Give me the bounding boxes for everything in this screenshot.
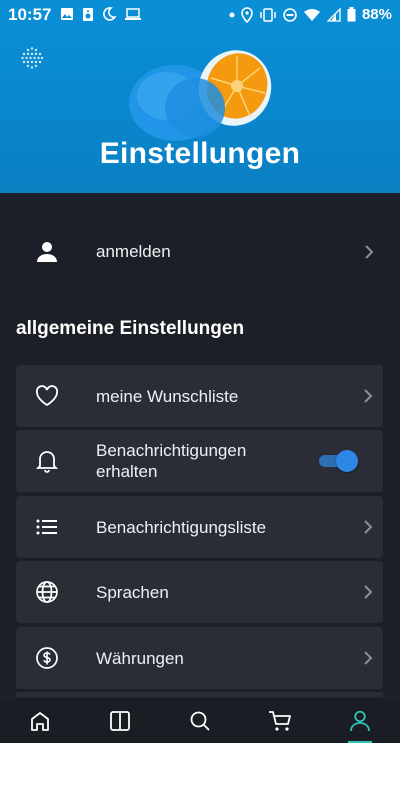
- chevron-right-icon: [364, 520, 373, 534]
- section-title: allgemeine Einstellungen: [16, 318, 245, 339]
- nav-home[interactable]: [0, 698, 80, 743]
- notification-list-item[interactable]: Benachrichtigungsliste: [16, 496, 383, 558]
- status-time: 10:57: [8, 5, 52, 24]
- status-right-icons: 88%: [229, 6, 392, 23]
- vibrate-icon: [260, 7, 276, 22]
- cart-icon: [269, 711, 291, 731]
- status-left-icons: [60, 7, 142, 22]
- chevron-right-icon: [364, 585, 373, 599]
- chevron-right-icon: [364, 651, 373, 665]
- nav-categories[interactable]: [80, 698, 160, 743]
- page-title: Einstellungen: [99, 137, 301, 170]
- battery-percent: 88%: [361, 6, 392, 23]
- notification-list-label: Benachrichtigungsliste: [96, 517, 267, 537]
- battery-icon: [347, 7, 356, 22]
- list-icon: [36, 519, 57, 535]
- bell-icon: [36, 451, 58, 473]
- nav-account[interactable]: [320, 698, 400, 743]
- app-screen: Einstellungen 10:57 88% anmelden allgeme…: [0, 0, 400, 743]
- moon-icon: [103, 7, 116, 21]
- wifi-icon: [303, 8, 320, 21]
- dollar-icon: [36, 647, 58, 669]
- languages-label: Sprachen: [96, 582, 169, 602]
- wishlist-item[interactable]: meine Wunschliste: [16, 365, 383, 427]
- home-icon: [31, 712, 49, 731]
- chevron-right-icon: [364, 389, 373, 403]
- person-outline-icon: [350, 710, 370, 732]
- currencies-item[interactable]: Währungen: [16, 627, 383, 689]
- languages-item[interactable]: Sprachen: [16, 561, 383, 623]
- login-label: anmelden: [96, 242, 171, 261]
- heart-icon: [35, 385, 59, 407]
- notifications-toggle[interactable]: [319, 450, 358, 472]
- currencies-label: Währungen: [96, 648, 184, 668]
- nav-search[interactable]: [160, 698, 240, 743]
- bottom-nav: [0, 697, 400, 743]
- status-bar: 10:57 88%: [0, 0, 400, 30]
- columns-icon: [110, 711, 130, 731]
- dnd-icon: [283, 7, 297, 22]
- speaker-icon: [83, 8, 93, 21]
- orange-image: [129, 50, 272, 141]
- active-tab-indicator: [348, 741, 372, 743]
- search-icon: [190, 711, 210, 731]
- signal-icon: [326, 7, 341, 22]
- image-icon: [61, 8, 73, 20]
- dots-logo-icon[interactable]: [20, 46, 44, 70]
- wishlist-label: meine Wunschliste: [96, 386, 239, 406]
- notifications-item: Benachrichtigungen erhalten: [16, 430, 383, 492]
- chevron-right-icon: [365, 245, 374, 259]
- dot-icon: [229, 12, 235, 17]
- nav-cart[interactable]: [240, 698, 320, 743]
- globe-icon: [36, 581, 58, 603]
- person-icon: [37, 242, 57, 262]
- location-icon: [241, 6, 253, 23]
- laptop-icon: [125, 8, 141, 20]
- login-row[interactable]: anmelden: [16, 222, 384, 282]
- toggle-knob: [336, 450, 358, 472]
